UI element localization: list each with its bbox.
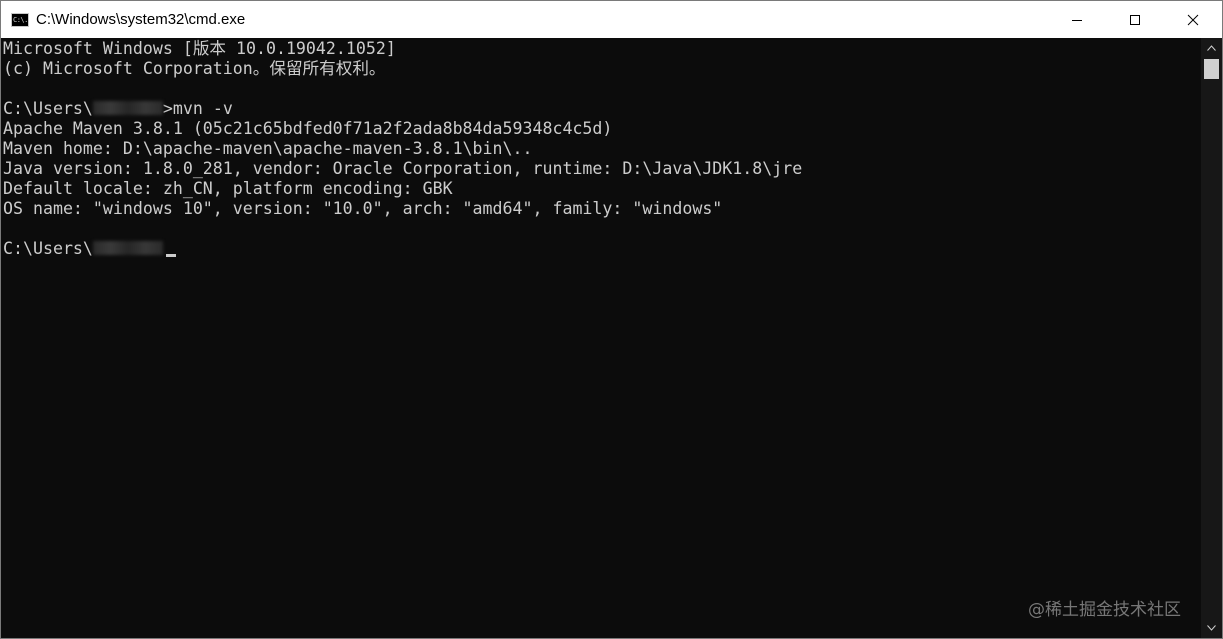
console-prompt-line[interactable]: C:\Users\ [3,239,176,259]
scroll-down-button[interactable] [1201,618,1222,638]
console-line: Java version: 1.8.0_281, vendor: Oracle … [3,159,803,178]
console-output[interactable]: Microsoft Windows [版本 10.0.19042.1052] (… [1,38,1201,638]
console-prompt-line: C:\Users\ >mvn -v [3,99,233,119]
watermark: @稀土掘金技术社区 [1028,600,1181,620]
close-icon [1187,14,1199,25]
console-line: Maven home: D:\apache-maven\apache-maven… [3,139,533,158]
console-line: Default locale: zh_CN, platform encoding… [3,179,453,198]
redacted-username [92,241,163,255]
title-bar[interactable]: C:\. C:\Windows\system32\cmd.exe [1,1,1222,38]
chevron-down-icon [1207,625,1216,631]
scroll-thumb[interactable] [1204,59,1219,79]
prompt-path: C:\Users\ [3,99,93,118]
scroll-up-button[interactable] [1201,38,1222,58]
cmd-app-icon[interactable]: C:\. [11,12,29,27]
minimize-icon [1072,19,1082,21]
close-button[interactable] [1164,1,1222,38]
cmd-app-icon-label: C:\. [13,15,28,24]
text-cursor [165,254,176,257]
console-line: Apache Maven 3.8.1 (05c21c65bdfed0f71a2f… [3,119,613,138]
redacted-username [92,101,163,115]
minimize-button[interactable] [1048,1,1106,38]
cmd-window: C:\. C:\Windows\system32\cmd.exe Microso… [0,0,1223,639]
console-line: OS name: "windows 10", version: "10.0", … [3,199,723,218]
maximize-icon [1130,14,1140,25]
console-line: Microsoft Windows [版本 10.0.19042.1052] [3,39,396,58]
maximize-button[interactable] [1106,1,1164,38]
prompt-command: >mvn -v [162,99,233,118]
chevron-up-icon [1207,45,1216,51]
vertical-scrollbar[interactable] [1201,38,1222,638]
prompt-path: C:\Users\ [3,239,93,258]
window-title: C:\Windows\system32\cmd.exe [36,11,246,28]
caption-buttons [1048,1,1222,38]
console-line: (c) Microsoft Corporation。保留所有权利。 [3,59,386,78]
